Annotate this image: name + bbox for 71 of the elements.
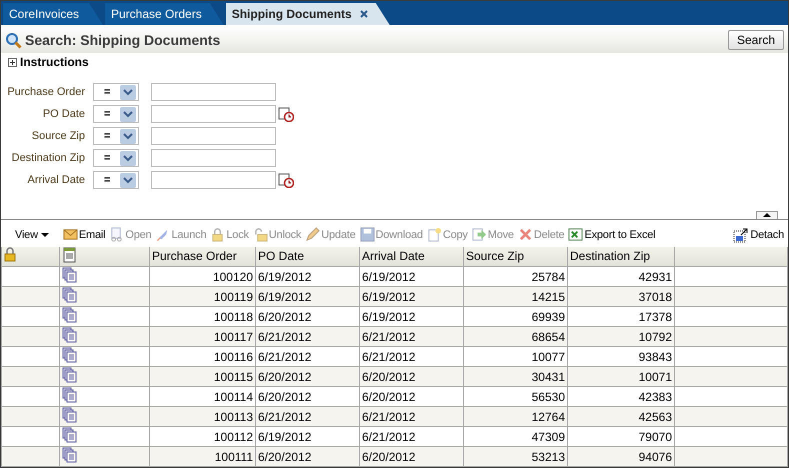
toolbar-button[interactable]: Email [62,227,106,242]
operator-dropdown[interactable]: = [93,127,139,145]
delete-icon [518,227,533,242]
unlock-icon [252,227,268,242]
dropdown-icon[interactable] [120,128,136,144]
caret-up-icon [763,213,771,217]
close-icon[interactable] [360,10,368,18]
envelope-icon [62,227,78,242]
documents-icon[interactable] [62,287,77,303]
search-icon [5,32,22,48]
expand-icon[interactable] [8,58,17,66]
table-cell: 6/20/2012 [256,446,360,466]
column-header[interactable]: Arrival Date [360,246,464,266]
documents-icon[interactable] [62,347,77,363]
move-icon [472,227,487,242]
spreadsheet-icon [568,227,584,242]
pencil-icon [305,227,320,242]
dropdown-icon[interactable] [120,84,136,100]
input-field[interactable] [151,127,276,145]
documents-icon[interactable] [62,447,77,463]
lock-icon [210,227,226,242]
input-field[interactable] [151,83,276,101]
table-cell: 94076 [568,446,674,466]
column-header[interactable]: Destination Zip [568,246,674,266]
lock-icon [4,247,16,262]
document-icon [109,227,124,242]
search-title: Search: Shipping Documents [25,32,222,48]
table-cell: 6/20/2012 [360,446,464,466]
field-label: Destination Zip [12,152,85,164]
toolbar-button[interactable]: Export to Excel [568,227,656,242]
view-menu[interactable]: View [15,228,49,240]
calendar-icon[interactable] [278,106,294,122]
operator-dropdown[interactable]: = [93,171,139,189]
detach-button[interactable]: Detach [733,226,784,242]
input-field[interactable] [151,171,276,189]
floppy-icon [360,227,375,242]
table-cell: 53213 [464,446,568,466]
tab[interactable]: Shipping Documents [226,3,390,25]
operator-dropdown[interactable]: = [93,105,139,123]
tab[interactable]: Purchase Orders [105,3,224,25]
documents-icon[interactable] [62,327,77,343]
table-cell: 100111 [150,446,256,466]
operator-dropdown[interactable]: = [93,149,139,167]
field-label: PO Date [42,108,85,120]
documents-icon[interactable] [62,427,77,443]
detach-icon [733,226,750,242]
documents-icon[interactable] [62,407,77,423]
document-icon [62,246,77,263]
documents-icon[interactable] [62,387,77,403]
documents-icon[interactable] [62,307,77,323]
operator-dropdown[interactable]: = [93,83,139,101]
dropdown-icon[interactable] [120,106,136,122]
column-header[interactable]: PO Date [256,246,360,266]
input-field[interactable] [151,149,276,167]
calendar-icon[interactable] [278,172,294,188]
caret-down-icon [40,232,49,236]
instructions-toggle[interactable]: Instructions [20,55,89,69]
input-field[interactable] [151,105,276,123]
copy-icon [426,227,442,242]
column-header[interactable]: Purchase Order [150,246,256,266]
collapse-button[interactable] [756,210,778,218]
field-label: Purchase Order [7,86,85,98]
dropdown-icon[interactable] [120,150,136,166]
field-label: Arrival Date [28,174,85,186]
dropdown-icon[interactable] [120,172,136,188]
documents-icon[interactable] [62,367,77,383]
documents-icon[interactable] [62,267,77,283]
column-header[interactable]: Source Zip [464,246,568,266]
tab[interactable]: CoreInvoices [3,3,103,25]
field-label: Source Zip [32,130,85,142]
search-button[interactable]: Search [728,30,784,50]
